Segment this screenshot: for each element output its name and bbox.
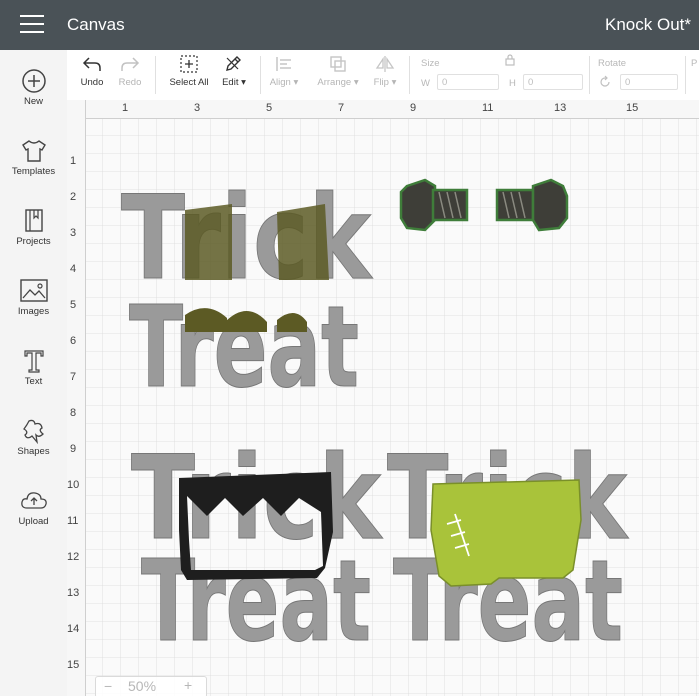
bolt-right[interactable] <box>495 178 569 232</box>
sidebar-item-projects[interactable]: Projects <box>0 208 67 247</box>
zoom-in-button[interactable]: + <box>184 677 192 693</box>
edit-icon <box>226 56 241 71</box>
sidebar-label: Projects <box>16 236 51 247</box>
redo-icon <box>121 57 140 71</box>
sidebar-label: Text <box>24 376 43 387</box>
sidebar-item-text[interactable]: Text <box>0 348 67 387</box>
tshirt-icon <box>21 140 46 162</box>
undo-button[interactable]: Undo <box>75 50 109 100</box>
edit-button[interactable]: Edit ▾ <box>217 50 251 100</box>
rotate-input[interactable]: 0 <box>620 74 678 90</box>
zoom-level: 50% <box>128 678 157 694</box>
rotate-icon <box>600 75 610 87</box>
flip-button[interactable]: Flip ▾ <box>369 50 401 100</box>
toolbar-divider <box>409 56 410 94</box>
undo-icon <box>82 57 101 71</box>
left-sidebar: New Templates Projects Images Text Shape… <box>0 50 68 696</box>
toolbar-divider <box>589 56 590 94</box>
plus-circle-icon <box>21 69 46 93</box>
shapes-icon <box>22 419 44 444</box>
width-label: W <box>421 78 430 89</box>
arrange-button[interactable]: Arrange ▾ <box>313 50 363 100</box>
toolbar-divider <box>155 56 156 94</box>
app-title: Canvas <box>67 15 125 34</box>
sidebar-item-upload[interactable]: Upload <box>0 488 67 527</box>
toolbar-divider <box>260 56 261 94</box>
book-icon <box>24 209 43 232</box>
redo-label: Redo <box>118 77 142 88</box>
height-label: H <box>509 78 516 89</box>
size-label: Size <box>421 58 440 69</box>
flip-label: Flip <box>373 77 389 88</box>
select-all-label: Select All <box>169 77 209 88</box>
bolt-left[interactable] <box>399 178 469 232</box>
sidebar-label: New <box>23 96 43 107</box>
sidebar-label: Images <box>17 306 50 317</box>
project-name[interactable]: Knock Out* <box>605 15 691 35</box>
toolbar: Undo Redo Select All Edit ▾ Align ▾ Arra… <box>67 50 699 101</box>
trick-treat-design-3[interactable]: Trick Treat <box>387 431 630 668</box>
treat-word: Treat <box>141 537 371 667</box>
design-canvas[interactable]: 1 3 5 7 9 11 13 15 1 2 3 4 5 6 7 8 9 10 … <box>67 100 699 696</box>
undo-label: Undo <box>80 77 104 88</box>
image-icon <box>19 279 48 302</box>
lime-frame <box>430 479 582 587</box>
sidebar-item-new[interactable]: New <box>0 68 67 107</box>
sidebar-item-templates[interactable]: Templates <box>0 138 67 177</box>
align-icon <box>276 57 291 71</box>
align-label: Align <box>269 77 291 88</box>
toolbar-divider <box>685 56 686 94</box>
edit-label: Edit <box>222 77 239 88</box>
sidebar-item-shapes[interactable]: Shapes <box>0 418 67 457</box>
sidebar-item-images[interactable]: Images <box>0 278 67 317</box>
redo-button[interactable]: Redo <box>113 50 147 100</box>
rotate-label: Rotate <box>598 58 626 69</box>
position-label-x: P <box>691 58 698 69</box>
select-all-button[interactable]: Select All <box>165 50 213 100</box>
chevron-down-icon: ▾ <box>241 77 246 88</box>
design-layer: Trick Treat Trick Treat Trick Treat <box>121 171 630 668</box>
trick-treat-design-1[interactable]: Trick Treat <box>121 171 374 414</box>
flip-icon <box>375 56 395 72</box>
align-button[interactable]: Align ▾ <box>267 50 301 100</box>
select-all-icon <box>180 55 198 73</box>
top-bar: Canvas Knock Out* <box>0 0 699 50</box>
zoom-control: − 50% + <box>95 676 207 696</box>
treat-word: Treat <box>129 283 359 413</box>
height-input[interactable]: 0 <box>523 74 583 90</box>
sidebar-label: Upload <box>18 516 49 527</box>
zoom-out-button[interactable]: − <box>104 678 112 694</box>
menu-icon[interactable] <box>20 15 44 35</box>
width-input[interactable]: 0 <box>437 74 499 90</box>
sidebar-label: Shapes <box>17 446 50 457</box>
arrange-label: Arrange <box>317 77 352 88</box>
sidebar-label: Templates <box>11 166 56 177</box>
text-icon <box>23 350 44 373</box>
arrange-icon <box>330 56 346 72</box>
trick-treat-design-2[interactable]: Trick Treat <box>131 431 384 668</box>
cloud-upload-icon <box>20 492 47 509</box>
lock-icon[interactable] <box>503 53 517 67</box>
